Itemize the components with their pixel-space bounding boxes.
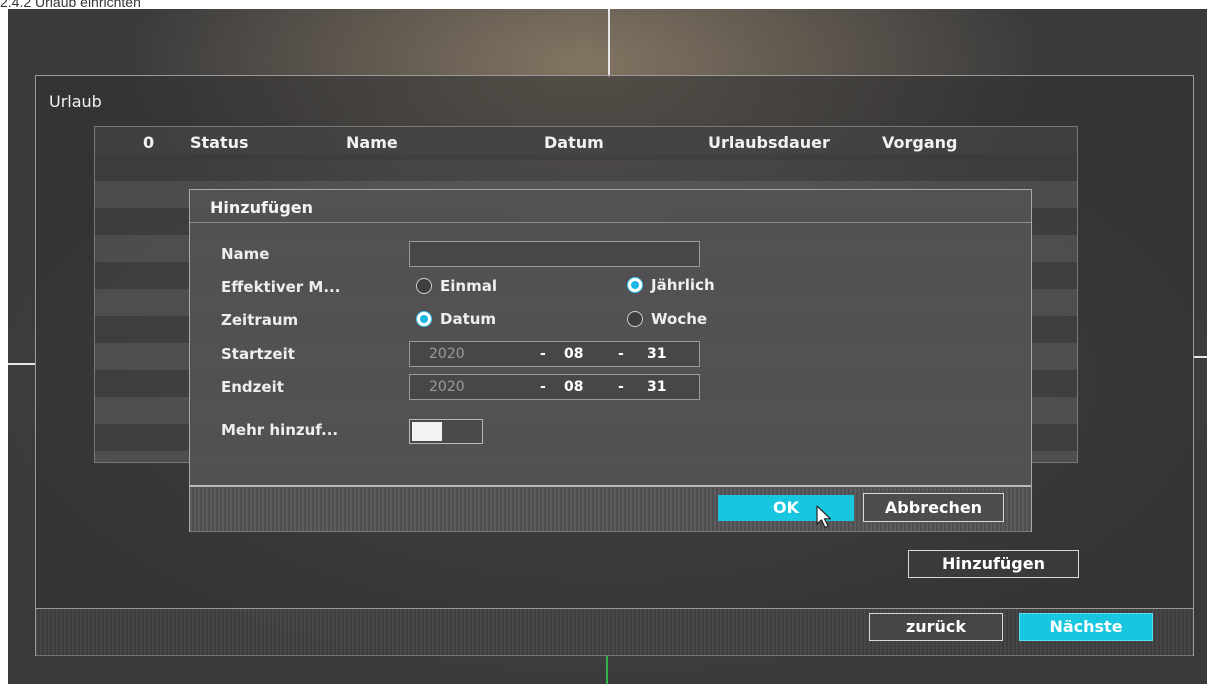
radio-button-selected-icon — [627, 277, 643, 293]
mouse-pointer-icon — [816, 505, 832, 529]
add-more-toggle[interactable] — [409, 419, 483, 444]
radio-date[interactable]: Datum — [416, 310, 496, 328]
date-separator: - — [618, 379, 624, 395]
date-separator: - — [618, 346, 624, 362]
radio-week[interactable]: Woche — [627, 310, 707, 328]
end-date-field[interactable]: 2020 - 08 - 31 — [409, 374, 700, 400]
start-day[interactable]: 31 — [647, 346, 666, 362]
column-header-action: Vorgang — [882, 133, 958, 152]
radio-date-label: Datum — [440, 310, 497, 328]
radio-once[interactable]: Einmal — [416, 277, 497, 295]
radio-once-label: Einmal — [440, 277, 497, 295]
start-month[interactable]: 08 — [564, 346, 583, 362]
end-day[interactable]: 31 — [647, 379, 666, 395]
radio-yearly-label: Jährlich — [651, 276, 715, 294]
add-holiday-dialog: Hinzufügen Name Effektiver M... Einmal J… — [189, 189, 1032, 532]
crosshair-right-line — [1193, 356, 1207, 358]
name-input[interactable] — [409, 241, 700, 267]
column-header-date: Datum — [544, 133, 604, 152]
radio-button-icon — [416, 278, 432, 294]
radio-yearly[interactable]: Jährlich — [627, 276, 715, 294]
start-time-label: Startzeit — [221, 345, 295, 363]
end-time-label: Endzeit — [221, 378, 284, 396]
end-month[interactable]: 08 — [564, 379, 583, 395]
crosshair-top-line — [608, 9, 610, 77]
column-header-index: 0 — [143, 133, 155, 152]
window-title: Urlaub — [49, 92, 102, 111]
end-year[interactable]: 2020 — [429, 379, 465, 395]
column-header-name: Name — [346, 133, 398, 152]
effective-mode-label: Effektiver M... — [221, 278, 341, 296]
start-date-field[interactable]: 2020 - 08 - 31 — [409, 341, 700, 367]
radio-button-icon — [627, 311, 643, 327]
add-more-label: Mehr hinzuf... — [221, 421, 339, 439]
cancel-button[interactable]: Abbrechen — [863, 493, 1004, 522]
dialog-title: Hinzufügen — [190, 190, 1031, 223]
period-label: Zeitraum — [221, 311, 299, 329]
column-header-status: Status — [190, 133, 249, 152]
next-button[interactable]: Nächste — [1019, 613, 1153, 641]
monitor-screen: Urlaub 0 Status Name Datum Urlaubsdauer … — [8, 9, 1207, 684]
crosshair-bottom-line — [606, 656, 608, 684]
date-separator: - — [540, 379, 546, 395]
start-year[interactable]: 2020 — [429, 346, 465, 362]
radio-week-label: Woche — [651, 310, 708, 328]
toggle-knob — [412, 422, 442, 441]
add-holiday-button[interactable]: Hinzufügen — [908, 550, 1079, 578]
radio-button-selected-icon — [416, 311, 432, 327]
back-button[interactable]: zurück — [869, 613, 1003, 641]
column-header-duration: Urlaubsdauer — [708, 133, 830, 152]
date-separator: - — [540, 346, 546, 362]
table-header: 0 Status Name Datum Urlaubsdauer Vorgang — [95, 127, 1077, 160]
crosshair-left-line — [8, 363, 36, 365]
name-label: Name — [221, 245, 270, 263]
